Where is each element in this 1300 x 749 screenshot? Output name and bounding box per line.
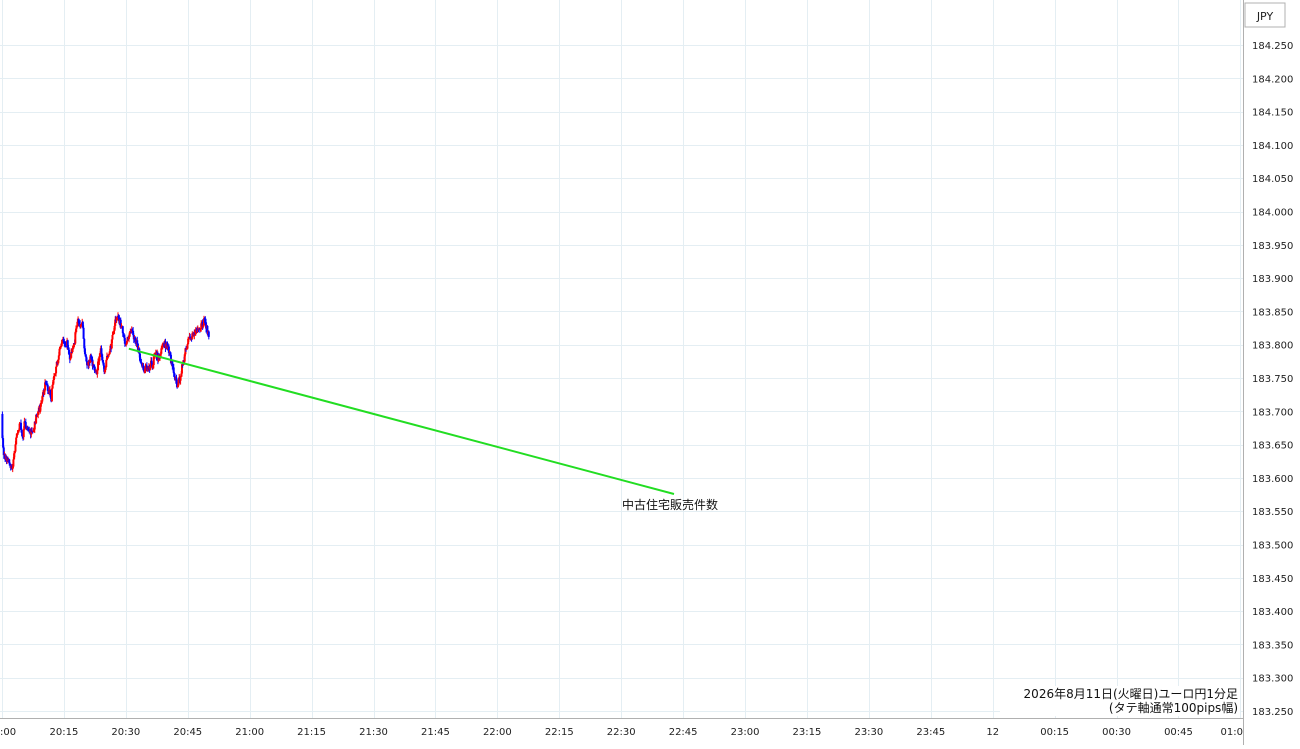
time-tick-label: 00:15	[1040, 727, 1069, 738]
candle-body	[14, 444, 17, 452]
price-tick-labels: 184.250 184.200 184.150 184.100 184.050 184.0…	[1252, 41, 1293, 718]
price-tick-label: 183.850	[1252, 307, 1293, 318]
candle-body	[75, 326, 78, 329]
time-tick-label: 20:30	[111, 727, 140, 738]
candle-body	[111, 334, 114, 340]
time-tick-label: 23:30	[854, 727, 883, 738]
candles	[1, 312, 210, 473]
annotation-line	[128, 347, 675, 495]
price-tick-label: 183.500	[1252, 541, 1293, 552]
candle-body	[125, 340, 128, 344]
time-tick-label: 00:30	[1102, 727, 1131, 738]
price-tick-label: 184.000	[1252, 208, 1293, 219]
time-tick-label: 23:15	[793, 727, 822, 738]
price-tick-label: 184.100	[1252, 141, 1293, 152]
caption-subtitle: (タテ軸通常100pips幅)	[1109, 700, 1238, 715]
candle-body	[207, 331, 210, 337]
price-tick-label: 183.800	[1252, 341, 1293, 352]
price-tick-label: 183.900	[1252, 274, 1293, 285]
grid	[0, 0, 1243, 718]
chart-caption: 2026年8月11日(火曜日)ユーロ円1分足 (タテ軸通常100pips幅)	[1000, 686, 1240, 716]
candle-body	[50, 388, 53, 402]
axes: JPY	[0, 0, 1286, 745]
time-tick-label: 22:45	[669, 727, 698, 738]
price-tick-label: 184.050	[1252, 174, 1293, 185]
price-tick-label: 183.550	[1252, 507, 1293, 518]
candlestick-chart: 中古住宅販売件数 JPY 184.250 184.200 184.150 184.10…	[0, 0, 1300, 745]
price-tick-label: 184.250	[1252, 41, 1293, 52]
time-tick-label: 21:30	[359, 727, 388, 738]
time-tick-label: 22:15	[545, 727, 574, 738]
candle-body	[22, 429, 25, 438]
candle-body	[15, 437, 18, 445]
time-tick-label: 23:00	[731, 727, 760, 738]
time-tick-label: 21:00	[235, 727, 264, 738]
time-tick-label: 01:0	[1221, 727, 1243, 738]
candle-body	[46, 385, 49, 391]
candle-body	[12, 459, 15, 467]
caption-title: 2026年8月11日(火曜日)ユーロ円1分足	[1024, 687, 1238, 701]
price-tick-label: 183.750	[1252, 374, 1293, 385]
candle	[207, 330, 210, 340]
annotation-label: 中古住宅販売件数	[622, 497, 718, 512]
candle-body	[149, 366, 152, 370]
price-tick-label: 183.600	[1252, 474, 1293, 485]
time-tick-labels: :00 20:15 20:30 20:45 21:00 21:15 21:30 21:45 22…	[0, 727, 1243, 738]
candle-body	[82, 327, 85, 339]
chart-svg: 中古住宅販売件数 JPY 184.250 184.200 184.150 184.10…	[0, 0, 1293, 745]
candle-body	[1, 413, 4, 439]
currency-label: JPY	[1256, 10, 1274, 23]
time-tick-label: 21:15	[297, 727, 326, 738]
time-tick-label: 12	[986, 727, 999, 738]
price-tick-label: 183.950	[1252, 241, 1293, 252]
candle-body	[128, 332, 131, 337]
time-tick-label: 20:45	[173, 727, 202, 738]
price-tick-label: 184.150	[1252, 108, 1293, 119]
time-tick-label: :00	[0, 727, 16, 738]
time-tick-label: 20:15	[50, 727, 79, 738]
price-tick-label: 183.300	[1252, 674, 1293, 685]
annotation: 中古住宅販売件数	[128, 347, 718, 512]
time-tick-label: 22:00	[483, 727, 512, 738]
time-tick-label: 22:30	[607, 727, 636, 738]
candle-body	[121, 326, 124, 334]
candle-body	[51, 384, 54, 389]
candle-body	[186, 344, 189, 349]
time-tick-label: 21:45	[421, 727, 450, 738]
price-tick-label: 183.250	[1252, 707, 1293, 718]
candle-body	[17, 429, 20, 432]
price-tick-label: 183.650	[1252, 441, 1293, 452]
candle-body	[105, 360, 108, 367]
candle-body	[55, 366, 58, 374]
price-tick-label: 183.700	[1252, 407, 1293, 418]
time-tick-label: 00:45	[1164, 727, 1193, 738]
price-tick-label: 183.450	[1252, 574, 1293, 585]
price-tick-label: 183.400	[1252, 607, 1293, 618]
candle-body	[57, 355, 60, 360]
price-tick-label: 183.350	[1252, 640, 1293, 651]
candle-body	[136, 340, 139, 344]
price-tick-label: 184.200	[1252, 74, 1293, 85]
time-tick-label: 23:45	[916, 727, 945, 738]
